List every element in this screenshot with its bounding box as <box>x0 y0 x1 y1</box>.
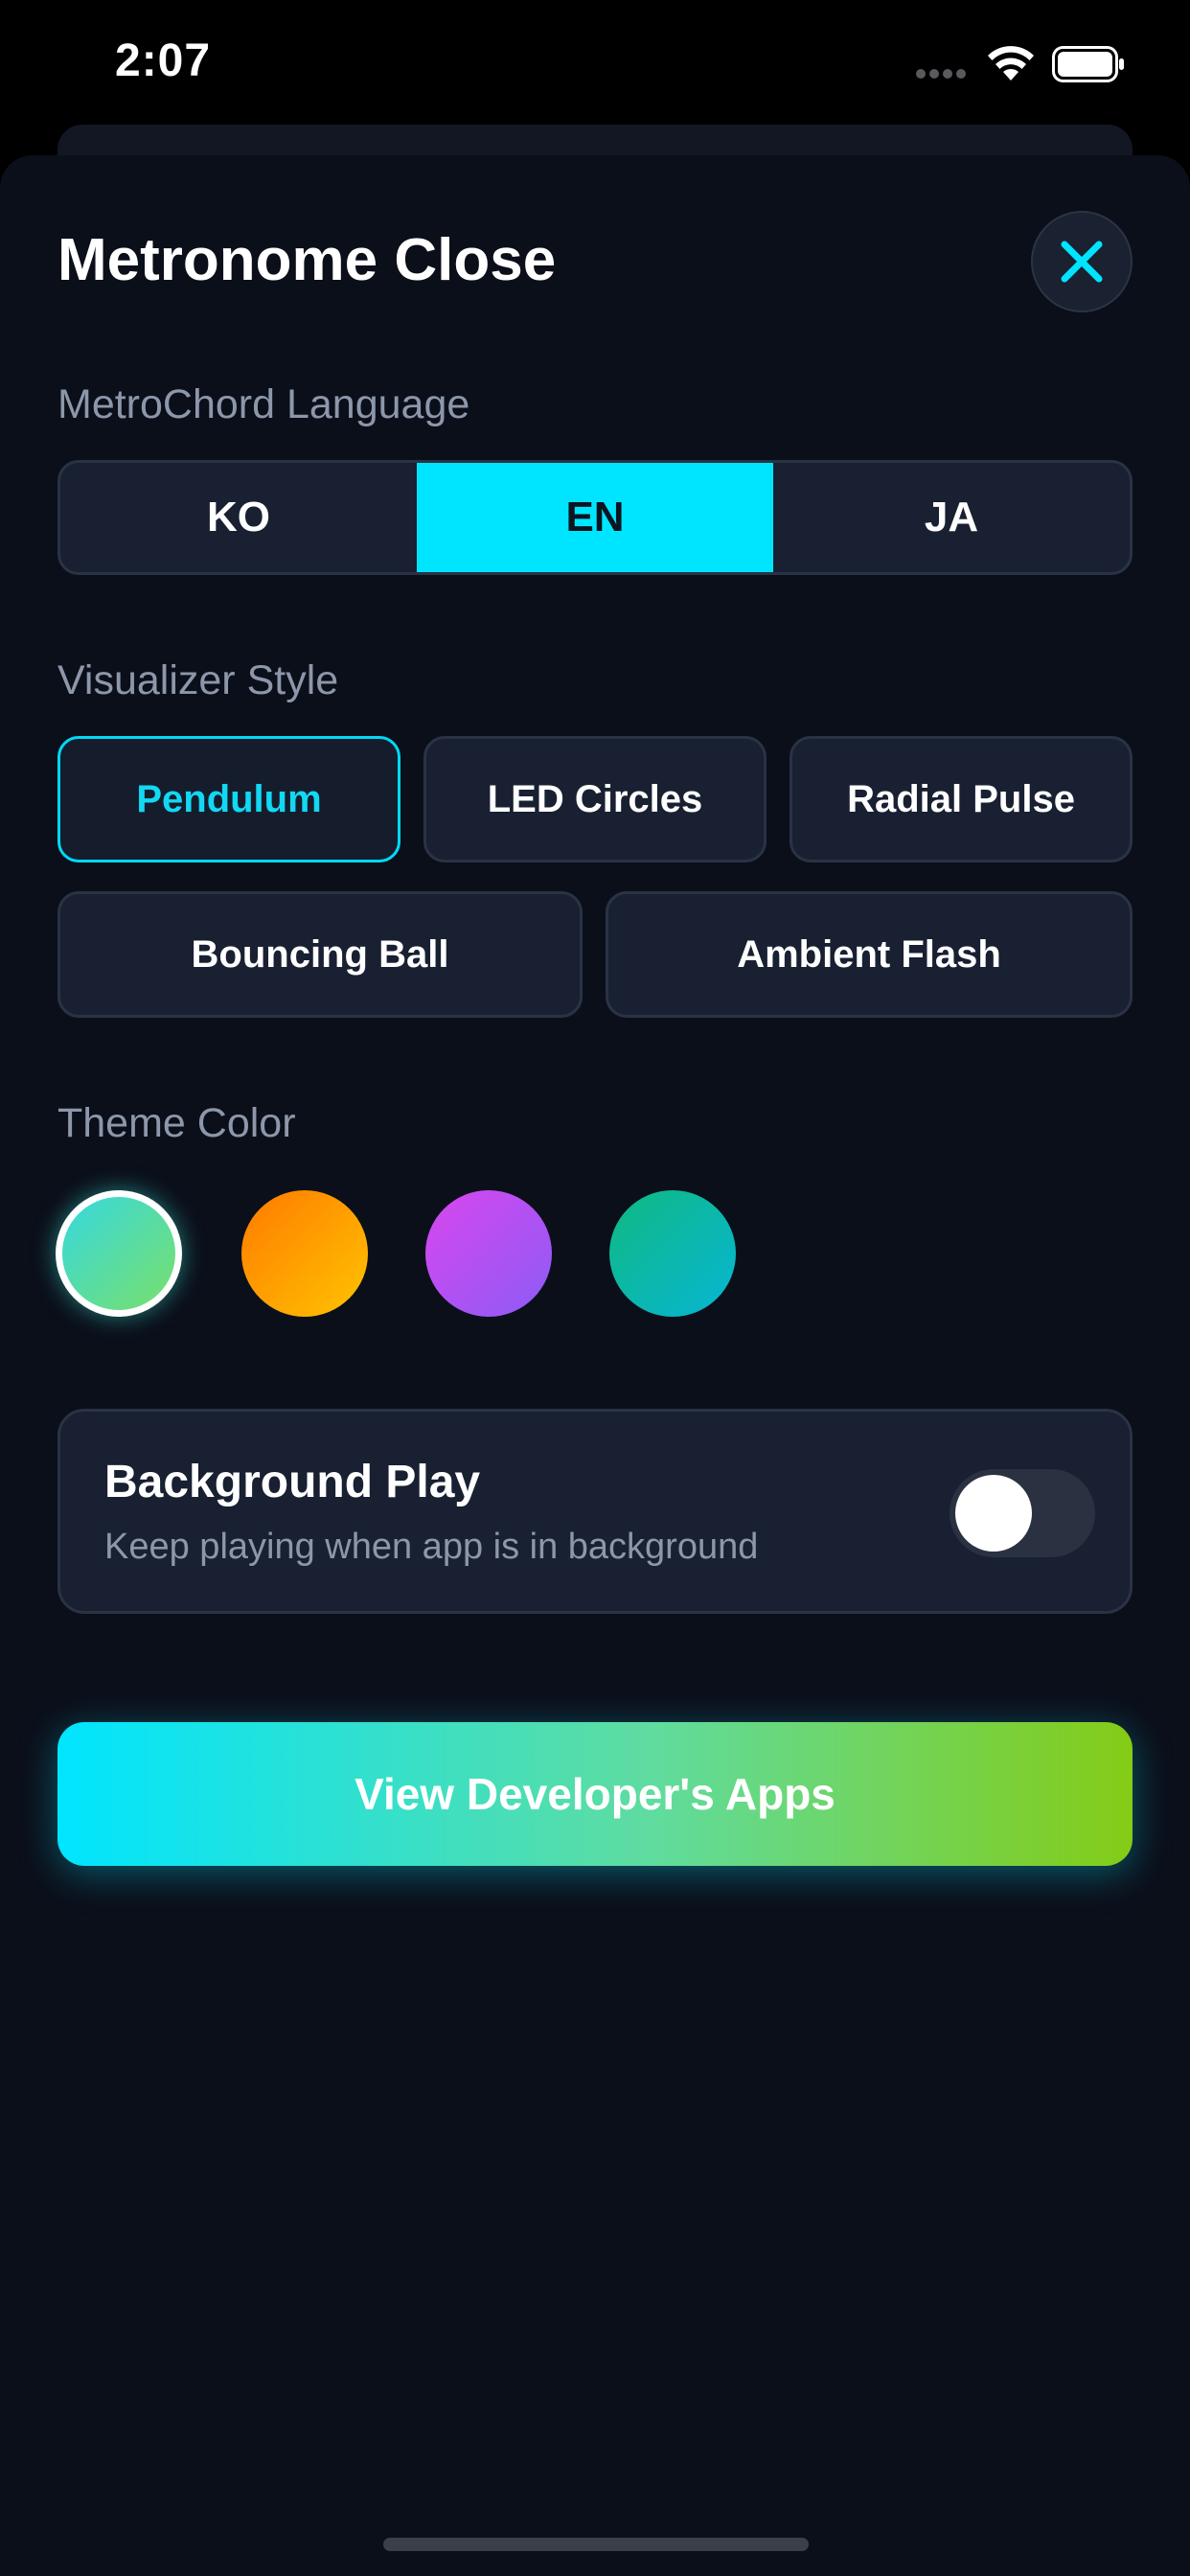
language-option-en[interactable]: EN <box>417 463 773 572</box>
visualizer-label: Visualizer Style <box>57 657 339 703</box>
background-play-subtitle: Keep playing when app is in background <box>104 1527 759 1567</box>
theme-swatch-cyan-green[interactable] <box>56 1190 182 1317</box>
theme-color-label: Theme Color <box>57 1100 296 1146</box>
close-button[interactable] <box>1031 211 1133 312</box>
page-title: Metronome Close <box>57 227 557 293</box>
theme-swatch-orange[interactable] <box>241 1190 368 1317</box>
status-bar: 2:07 <box>0 0 1190 126</box>
visualizer-option-ambient-flash[interactable]: Ambient Flash <box>606 891 1133 1018</box>
language-segmented-control: KO EN JA <box>57 460 1133 575</box>
close-icon <box>1061 241 1103 283</box>
language-option-ko[interactable]: KO <box>60 463 417 572</box>
wifi-icon <box>988 46 1034 80</box>
theme-swatch-purple[interactable] <box>425 1190 552 1317</box>
cellular-signal-icon <box>916 69 972 80</box>
theme-swatch-teal[interactable] <box>609 1190 736 1317</box>
background-play-card: Background Play Keep playing when app is… <box>57 1409 1133 1614</box>
visualizer-option-radial-pulse[interactable]: Radial Pulse <box>790 736 1133 862</box>
background-play-toggle[interactable] <box>950 1469 1095 1557</box>
visualizer-option-pendulum[interactable]: Pendulum <box>57 736 400 862</box>
visualizer-option-bouncing-ball[interactable]: Bouncing Ball <box>57 891 583 1018</box>
language-label: MetroChord Language <box>57 381 470 427</box>
language-option-ja[interactable]: JA <box>773 463 1130 572</box>
status-time: 2:07 <box>115 35 212 86</box>
battery-icon <box>1052 46 1124 82</box>
toggle-knob <box>955 1475 1032 1552</box>
view-developer-apps-button[interactable]: View Developer's Apps <box>57 1722 1133 1866</box>
visualizer-option-led-circles[interactable]: LED Circles <box>423 736 767 862</box>
background-play-title: Background Play <box>104 1457 481 1507</box>
home-indicator <box>383 2538 809 2551</box>
